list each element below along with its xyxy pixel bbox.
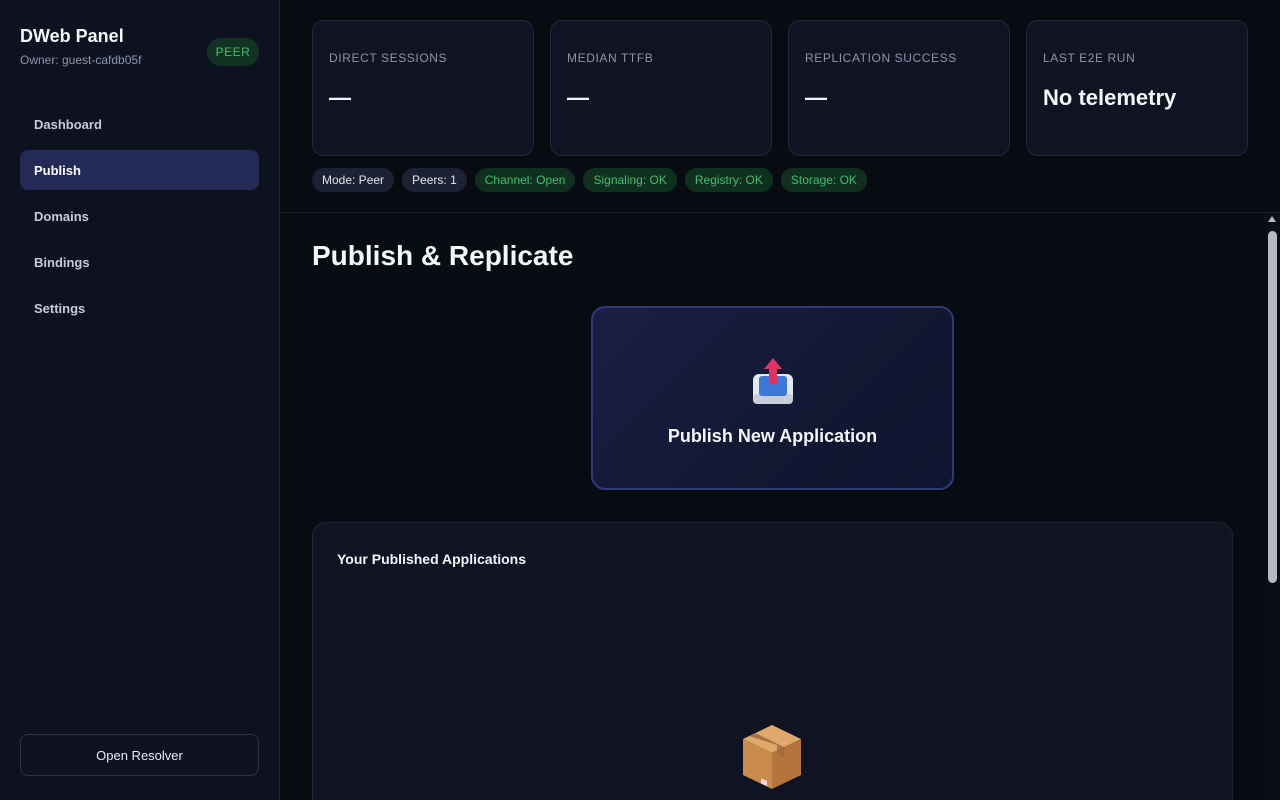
status-pill-mode: Mode: Peer: [312, 168, 395, 192]
nav-item-dashboard[interactable]: Dashboard: [20, 104, 259, 144]
scroll-thumb[interactable]: [1268, 231, 1277, 583]
upload-tray-icon: [752, 358, 793, 404]
page-title: Publish & Replicate: [312, 240, 574, 271]
package-box-icon: [743, 725, 801, 789]
status-pill-channel: Channel: Open: [474, 168, 576, 192]
stat-card-last-e2e-run: LAST E2E RUN No telemetry: [1026, 20, 1248, 156]
published-applications-panel: Your Published Applications: [312, 522, 1233, 800]
stat-label: LAST E2E RUN: [1043, 51, 1136, 65]
publish-new-application-card[interactable]: Publish New Application: [591, 306, 954, 490]
owner-label: Owner: guest-cafdb05f: [20, 53, 142, 67]
main-scrollbar[interactable]: [1265, 213, 1280, 800]
publish-new-application-label: Publish New Application: [667, 426, 878, 446]
stat-label: MEDIAN TTFB: [567, 51, 654, 65]
nav-item-publish[interactable]: Publish: [20, 150, 259, 190]
sidebar-nav: Dashboard Publish Domains Bindings Setti…: [20, 104, 259, 334]
status-pill-peers: Peers: 1: [402, 168, 467, 192]
role-badge: PEER: [207, 38, 259, 66]
stat-label: REPLICATION SUCCESS: [805, 51, 957, 65]
stat-value: No telemetry: [1043, 85, 1177, 110]
stat-value: —: [567, 85, 589, 110]
nav-item-settings[interactable]: Settings: [20, 288, 259, 328]
nav-item-bindings[interactable]: Bindings: [20, 242, 259, 282]
published-applications-title: Your Published Applications: [337, 551, 527, 567]
status-pill-registry: Registry: OK: [684, 168, 773, 192]
status-pill-signaling: Signaling: OK: [583, 168, 677, 192]
brand: DWeb Panel Owner: guest-cafdb05f: [20, 26, 141, 67]
open-resolver-button[interactable]: Open Resolver: [20, 734, 259, 776]
stat-card-replication-success: REPLICATION SUCCESS —: [788, 20, 1010, 156]
stat-value: —: [805, 85, 827, 110]
stat-card-direct-sessions: DIRECT SESSIONS —: [312, 20, 534, 156]
nav-item-domains[interactable]: Domains: [20, 196, 259, 236]
status-pills: Mode: Peer Peers: 1 Channel: Open Signal…: [312, 168, 867, 192]
stat-card-median-ttfb: MEDIAN TTFB —: [550, 20, 772, 156]
app-title: DWeb Panel: [20, 26, 124, 46]
status-pill-storage: Storage: OK: [780, 168, 867, 192]
stat-value: —: [329, 85, 351, 110]
stat-label: DIRECT SESSIONS: [329, 51, 448, 65]
scroll-up-arrow-icon[interactable]: [1268, 216, 1276, 222]
sidebar: DWeb Panel Owner: guest-cafdb05f PEER Da…: [0, 0, 280, 800]
header-divider: [281, 212, 1280, 213]
